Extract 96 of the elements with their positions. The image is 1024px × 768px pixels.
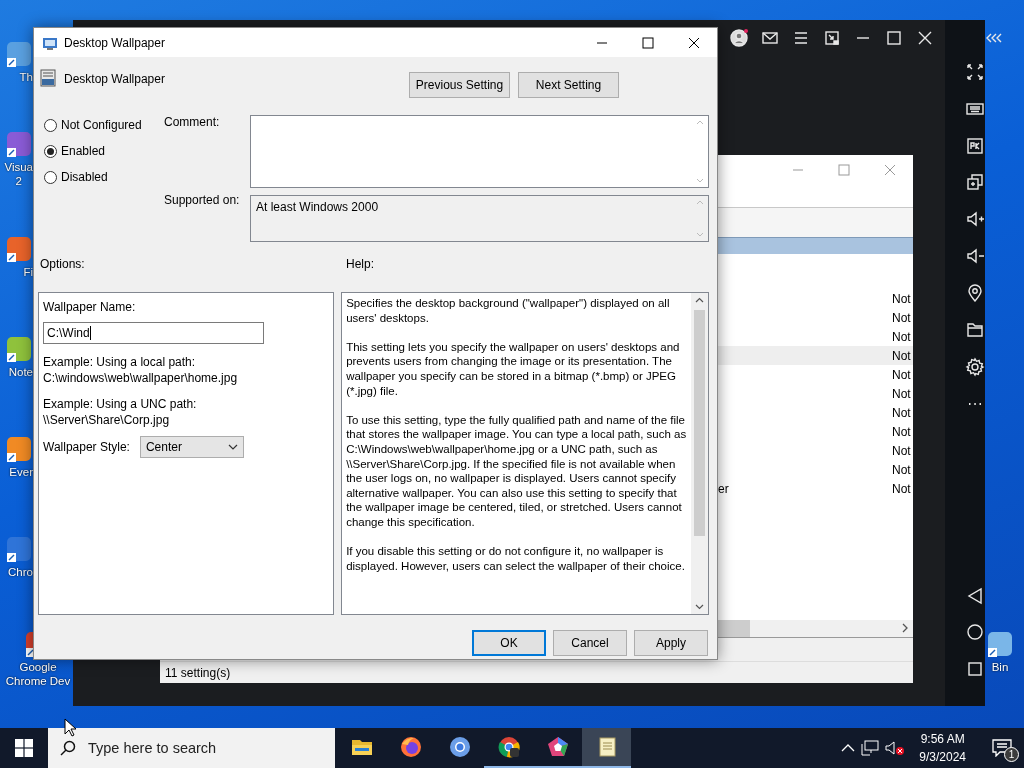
- app-icon: [5, 335, 33, 363]
- state-cell-text: Not: [892, 405, 912, 420]
- example-path: \\Server\Share\Corp.jpg: [43, 412, 171, 428]
- state-radio[interactable]: Disabled: [44, 170, 164, 184]
- help-paragraph: If you disable this setting or do not configure it, no wallpaper is displayed. However, users can select the wallpaper of their choice.: [346, 544, 686, 574]
- radio-circle[interactable]: [44, 170, 57, 184]
- wallpaper-style-dropdown[interactable]: Center: [139, 436, 244, 458]
- help-paragraph: Specifies the desktop background ("wallpaper") displayed on all users' desktops.: [346, 296, 671, 326]
- desktop-icon-label[interactable]: Chro: [8, 565, 33, 579]
- state-cell-text: Not: [892, 462, 912, 477]
- scroll-down-icon: [695, 178, 704, 184]
- policy-setting-icon: [40, 69, 56, 87]
- wallpaper-name-field[interactable]: C:\Wind: [43, 322, 264, 344]
- example-label: Example: Using a UNC path:: [43, 396, 197, 412]
- app-icon: [5, 40, 33, 68]
- help-paragraph: To use this setting, type the fully qualified path and name of the file that stores the wallpaper image. You can type a local path, such as C:\Windows\web\wallpaper\home.jpg or a UNC path, such as \\Server\Share\Corp.jpg. If the specified file is not available when the user logs on, no wallpaper is displayed. Users cannot specify alternative wallpaper. You can also use this setting to specify that the wallpaper image be centered, tiled, or stretched. Users cannot change this specification.: [346, 412, 687, 530]
- fullscreen-icon[interactable]: [965, 62, 985, 82]
- desktop-icon-label[interactable]: Th: [19, 70, 33, 84]
- home-icon[interactable]: [965, 622, 985, 642]
- vertical-scrollbar[interactable]: [691, 293, 708, 614]
- chevron-up-icon: [841, 743, 856, 753]
- app-icon: [5, 435, 33, 463]
- desktop-icon-label[interactable]: Note: [8, 365, 33, 379]
- mouse-pointer-icon: [64, 718, 76, 737]
- windows-logo-icon: [15, 739, 33, 757]
- volume-up-icon[interactable]: [965, 209, 985, 229]
- example-label: Example: Using a local path:: [43, 354, 197, 370]
- scroll-down-icon: [695, 232, 704, 238]
- supported-label: Supported on:: [164, 193, 241, 207]
- scroll-up-icon: [695, 119, 704, 125]
- app-icon: [986, 630, 1014, 658]
- browser-circle-icon: [447, 735, 472, 759]
- folder-icon[interactable]: [965, 320, 985, 340]
- recents-icon[interactable]: [965, 659, 985, 679]
- browser-circle-icon: [496, 735, 521, 759]
- settings-icon[interactable]: [965, 357, 985, 377]
- example-path: C:\windows\web\wallpaper\home.jpg: [43, 370, 238, 386]
- state-cell-text: Not: [892, 386, 912, 401]
- location-pin-icon[interactable]: [965, 283, 985, 303]
- volume-down-icon[interactable]: [965, 246, 985, 266]
- state-radio[interactable]: Not Configured: [44, 118, 164, 132]
- state-cell-text: Not: [892, 329, 912, 344]
- search-icon: [60, 740, 76, 756]
- network-icon: [861, 740, 880, 756]
- comment-field[interactable]: [250, 115, 709, 188]
- search-field[interactable]: Type here to search: [48, 728, 335, 768]
- state-cell-text: Not: [892, 424, 912, 439]
- comment-label: Comment:: [164, 115, 221, 129]
- app-icon: [5, 535, 33, 563]
- muted-volume-icon: [885, 740, 906, 756]
- wallpaper-name-label: Wallpaper Name:: [43, 300, 136, 314]
- state-cell-text: Not: [892, 348, 912, 363]
- help-paragraph: This setting lets you specify the wallpaper on users' desktops and prevents users from changing the image or its presentation. The wallpaper you specify can be stored in a bitmap (*.bmp) or JPEG (*.jpg) file.: [346, 339, 681, 399]
- setting-title: Desktop Wallpaper: [64, 72, 165, 86]
- app-icon: [5, 130, 33, 158]
- pentagon-icon: [545, 735, 570, 759]
- taskbar-app[interactable]: [582, 728, 631, 768]
- desktop-icon-label[interactable]: Ever: [9, 465, 33, 479]
- scrollbar-thumb[interactable]: [718, 620, 750, 637]
- state-radio[interactable]: Enabled: [44, 144, 164, 158]
- package-icon[interactable]: [965, 136, 985, 156]
- state-cell-text: Not: [892, 367, 912, 382]
- radio-circle[interactable]: [44, 144, 57, 158]
- desktop-icon-label[interactable]: Bin: [991, 660, 1009, 674]
- state-cell-text: Not: [892, 310, 912, 325]
- state-cell-text: Not: [892, 443, 912, 458]
- scroll-right-icon[interactable]: [901, 623, 909, 633]
- window-title: Desktop Wallpaper: [64, 35, 165, 50]
- app-icon: [5, 235, 33, 263]
- status-bar: 11 setting(s): [160, 661, 913, 683]
- notifications-button[interactable]: 1: [980, 728, 1024, 768]
- state-cell-text: Not: [892, 291, 912, 306]
- clock-time[interactable]: 9:56 AM: [919, 730, 966, 748]
- state-cell-text: Not: [892, 481, 912, 496]
- desktop-icon-label[interactable]: Visua 2: [4, 160, 33, 188]
- speech-bubble-icon: [992, 739, 1012, 757]
- add-window-icon[interactable]: [965, 172, 985, 192]
- nav-button[interactable]: Previous Setting: [409, 72, 510, 98]
- help-label: Help:: [346, 257, 374, 271]
- desktop-icon-label[interactable]: Google Chrome Dev: [5, 660, 71, 688]
- scroll-up-icon: [695, 199, 704, 205]
- supported-value: At least Windows 2000: [256, 200, 379, 214]
- radio-circle[interactable]: [44, 118, 57, 132]
- avatar-icon[interactable]: [729, 27, 749, 48]
- dialog-button[interactable]: Apply: [634, 630, 708, 656]
- row-name: er: [718, 481, 729, 496]
- clock-date[interactable]: 9/3/2024: [919, 748, 966, 766]
- dialog-button[interactable]: Cancel: [553, 630, 627, 656]
- chevron-down-icon: [227, 444, 238, 450]
- fox-globe-icon: [398, 735, 423, 759]
- dialog-button[interactable]: OK: [472, 630, 546, 656]
- options-label: Options:: [39, 257, 86, 271]
- nav-button[interactable]: Next Setting: [518, 72, 619, 98]
- wallpaper-style-label: Wallpaper Style:: [43, 440, 130, 454]
- back-icon[interactable]: [965, 586, 985, 606]
- desktop-icon-label[interactable]: Fi: [23, 265, 33, 279]
